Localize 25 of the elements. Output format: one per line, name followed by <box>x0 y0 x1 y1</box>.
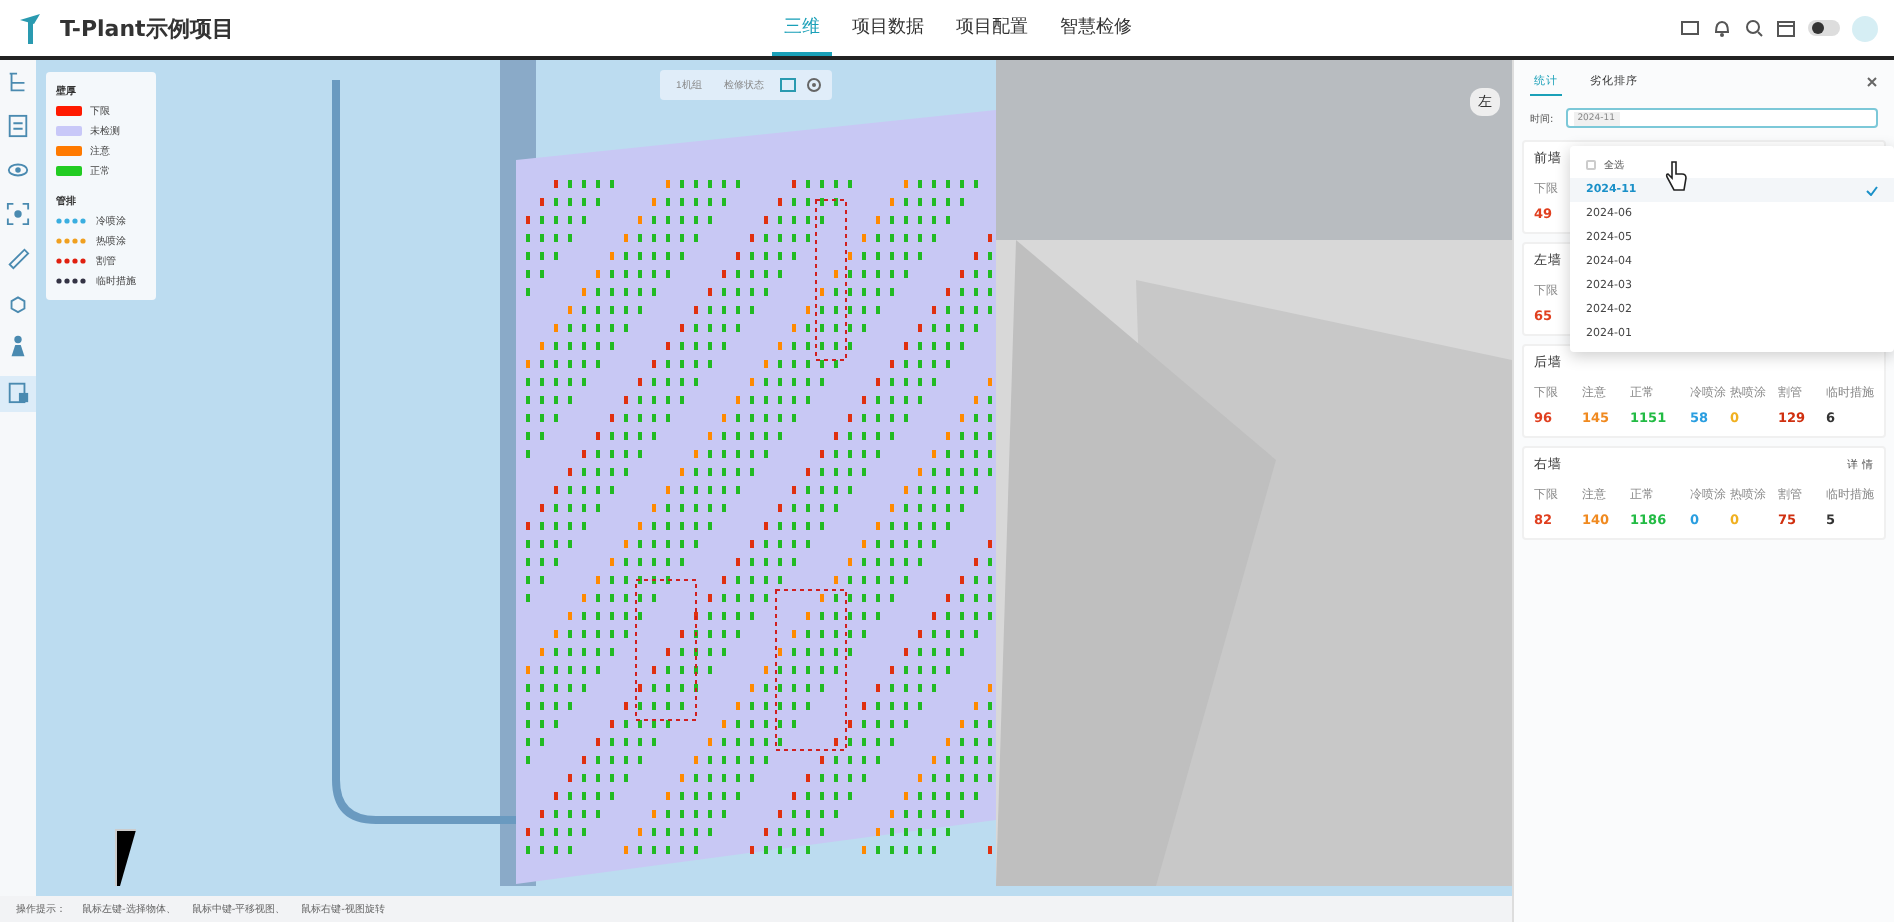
focus-icon <box>6 202 30 226</box>
app-title: T-Plant示例项目 <box>60 13 236 43</box>
nav-tab[interactable]: 项目配置 <box>944 1 1040 55</box>
eye-icon <box>6 158 30 182</box>
ruler-icon <box>6 246 30 270</box>
nav-tab[interactable]: 智慧检修 <box>1048 1 1144 55</box>
search-icon[interactable] <box>1744 18 1764 38</box>
bell-icon[interactable] <box>1712 18 1732 38</box>
checkbox[interactable] <box>1586 160 1596 170</box>
theme-toggle[interactable] <box>1808 20 1840 36</box>
tool-button[interactable] <box>4 200 32 228</box>
hand-cursor-icon <box>1664 160 1688 192</box>
image-icon[interactable] <box>779 78 796 92</box>
leaf-logo-icon <box>16 12 44 44</box>
document-icon <box>6 114 30 138</box>
nav-tab[interactable]: 项目数据 <box>840 1 936 55</box>
person-icon <box>6 334 30 358</box>
screen-icon[interactable] <box>1680 18 1700 38</box>
close-icon[interactable] <box>1866 76 1878 88</box>
tool-button[interactable] <box>0 376 36 412</box>
target-icon[interactable] <box>805 78 822 92</box>
tree-icon <box>6 70 30 94</box>
tool-button[interactable] <box>4 112 32 140</box>
tool-button[interactable] <box>4 244 32 272</box>
check-icon <box>1866 185 1878 195</box>
